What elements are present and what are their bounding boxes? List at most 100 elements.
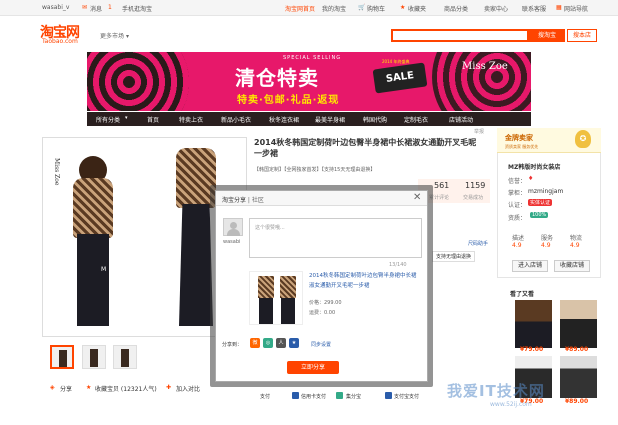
more-markets-dropdown[interactable]: 更多市场 ▾ [100,31,129,40]
sale-badge: SALE [372,62,428,94]
contact-service-link[interactable]: 联系客服 [522,4,546,13]
avatar-body [227,229,240,236]
rating-desc-value: 4.9 [512,242,522,249]
message-count: 1 [108,4,112,11]
shop-banner[interactable]: SPECIAL SELLING 清仓特卖 特卖·包邮·礼品·返现 SALE 20… [87,52,531,111]
nav-skirts[interactable]: 最美半身裙 [315,115,345,124]
shop-level-sub: 资质卖家 服务优先 [505,144,539,149]
report-link[interactable]: 举报 [474,128,484,135]
credit-card-icon [292,392,299,399]
cart-icon: 🛒 [358,4,366,11]
nav-new-sweaters[interactable]: 新品小毛衣 [221,115,251,124]
quality-value: 100% [530,212,549,218]
search-shop-button[interactable]: 搜本店 [567,29,597,42]
nav-home[interactable]: 首页 [147,115,159,124]
favorite-item-link[interactable]: 收藏宝贝 (12321人气) [95,384,157,393]
share-dialog: 淘宝分享 | 社区 ✕ wasabi 这个很赞哦... 13/140 2014秋… [215,190,428,382]
mini-top-back [280,276,296,298]
my-taobao-link[interactable]: 我的淘宝 [322,4,346,13]
qzone-icon[interactable]: ★ [289,338,299,348]
alipay-icon [385,392,392,399]
quality-label: 资质： [508,215,527,222]
taobao-logo-en: Taobao.com [42,38,78,45]
sync-settings-link[interactable]: 同步设置 [311,341,331,348]
avatar-name: wasabi [223,239,241,245]
sale-badge-top: 2014 年终盛典 [382,59,410,64]
mail-icon: ✉ [82,4,88,11]
thumb-figure [59,350,67,367]
nav-tops[interactable]: 特卖上衣 [179,115,203,124]
page-root: wasabi_v ✉ 消息 1 手机逛淘宝 淘宝网首页 我的淘宝 🛒 购物车 ★… [0,0,618,425]
mini-top [258,276,274,298]
share-now-button[interactable]: 立即分享 [287,361,339,374]
search-taobao-button[interactable]: 搜淘宝 [529,29,565,42]
pay-method-2: 信用卡支付 [301,394,327,400]
dialog-title-sub: | 社区 [246,197,264,204]
shared-item-title[interactable]: 2014秋冬韩国定制荷叶边包臀半身裙中长裙淑女通勤开叉毛呢一步裙 [309,271,421,291]
return-policy-badge: 支持无理由退换 [432,251,476,262]
leopard-top [73,178,113,238]
share-comment-textarea[interactable]: 这个很赞哦... [249,218,422,258]
nav-korea[interactable]: 韩国代购 [363,115,387,124]
reviews-count[interactable]: 561 [434,181,449,190]
rec-price-2: ¥89.00 [565,346,589,353]
mini-skirt-back [281,298,295,324]
category-link[interactable]: 商品分类 [444,4,468,13]
seller-name[interactable]: mzmingjam [528,188,563,195]
product-title: 2014秋冬韩国定制荷叶边包臀半身裙中长裙淑女通勤开叉毛呢一步裙 [254,138,477,158]
shop-level: 金牌卖家 [505,134,533,142]
mobile-taobao-link[interactable]: 手机逛淘宝 [122,4,152,13]
collect-shop-button[interactable]: 收藏店铺 [554,260,590,272]
shop-nav: 所有分类 ▾ 首页 特卖上衣 新品小毛衣 秋冬连衣裙 最美半身裙 韩国代购 定制… [87,112,531,126]
thumb-figure [90,349,98,367]
add-compare-link[interactable]: 加入对比 [176,384,200,393]
rating-logistics-value: 4.9 [570,242,580,249]
taobao-home-link[interactable]: 淘宝网首页 [285,4,315,13]
nav-events[interactable]: 店铺活动 [449,115,473,124]
recommended-item-4[interactable] [560,356,597,398]
gallery-watermark-center: Miss Zoe [101,266,160,273]
size-helper-link[interactable]: 尺码助手 [468,240,488,247]
user-name-link[interactable]: wasabi_v [42,4,69,11]
close-icon[interactable]: ✕ [413,192,421,203]
seller-label: 掌柜： [508,190,527,197]
shop-level-header: 金牌卖家 资质卖家 服务优先 ✪ [497,128,601,153]
site-nav-link[interactable]: 网站导航 [564,4,588,13]
shared-item-shipping: 运费：0.00 [309,310,336,316]
messages-link[interactable]: 消息 [90,4,102,13]
rating-desc-label: 描述 [512,235,525,242]
recommended-item-2[interactable] [560,300,597,348]
nav-custom-sweaters[interactable]: 定制毛衣 [404,115,428,124]
share-link[interactable]: 分享 [60,384,72,393]
thumbnail-3[interactable] [113,345,137,369]
favorites-link[interactable]: 收藏夹 [408,4,426,13]
weibo-icon[interactable]: 微 [250,338,260,348]
banner-subtitle: 特卖·包邮·礼品·返现 [237,95,340,106]
site-watermark-url: www.52ij.com [490,401,532,408]
pay-method-3: 集分宝 [346,394,362,400]
enter-shop-button[interactable]: 进入店铺 [512,260,548,272]
rec-price-1: ¥79.00 [520,346,544,353]
thumbnail-1[interactable] [50,345,74,369]
seller-center-link[interactable]: 卖家中心 [484,4,508,13]
thumb-figure [121,349,129,367]
shop-name[interactable]: MZ韩版时尚女装店 [508,162,560,171]
dialog-title-main: 淘宝分享 [222,197,247,204]
rating-service-value: 4.9 [541,242,551,249]
rec-price-4: ¥89.00 [565,398,589,405]
wechat-icon[interactable]: ◎ [263,338,273,348]
rating-logistics-label: 物流 [570,235,583,242]
more-markets-label: 更多市场 [100,33,125,40]
person-icon[interactable]: 人 [276,338,286,348]
black-skirt [77,234,109,326]
dialog-title: 淘宝分享 | 社区 [222,195,264,204]
recommended-item-1[interactable] [515,300,552,348]
cart-link[interactable]: 购物车 [367,4,385,13]
thumbnail-2[interactable] [82,345,106,369]
nav-all-categories[interactable]: 所有分类 [96,115,120,124]
shared-item-price: 价格：299.00 [309,300,342,306]
nav-dresses[interactable]: 秋冬连衣裙 [269,115,299,124]
search-input[interactable] [391,29,529,42]
grid-icon: ▦ [556,4,562,11]
comment-placeholder: 这个很赞哦... [255,225,285,231]
